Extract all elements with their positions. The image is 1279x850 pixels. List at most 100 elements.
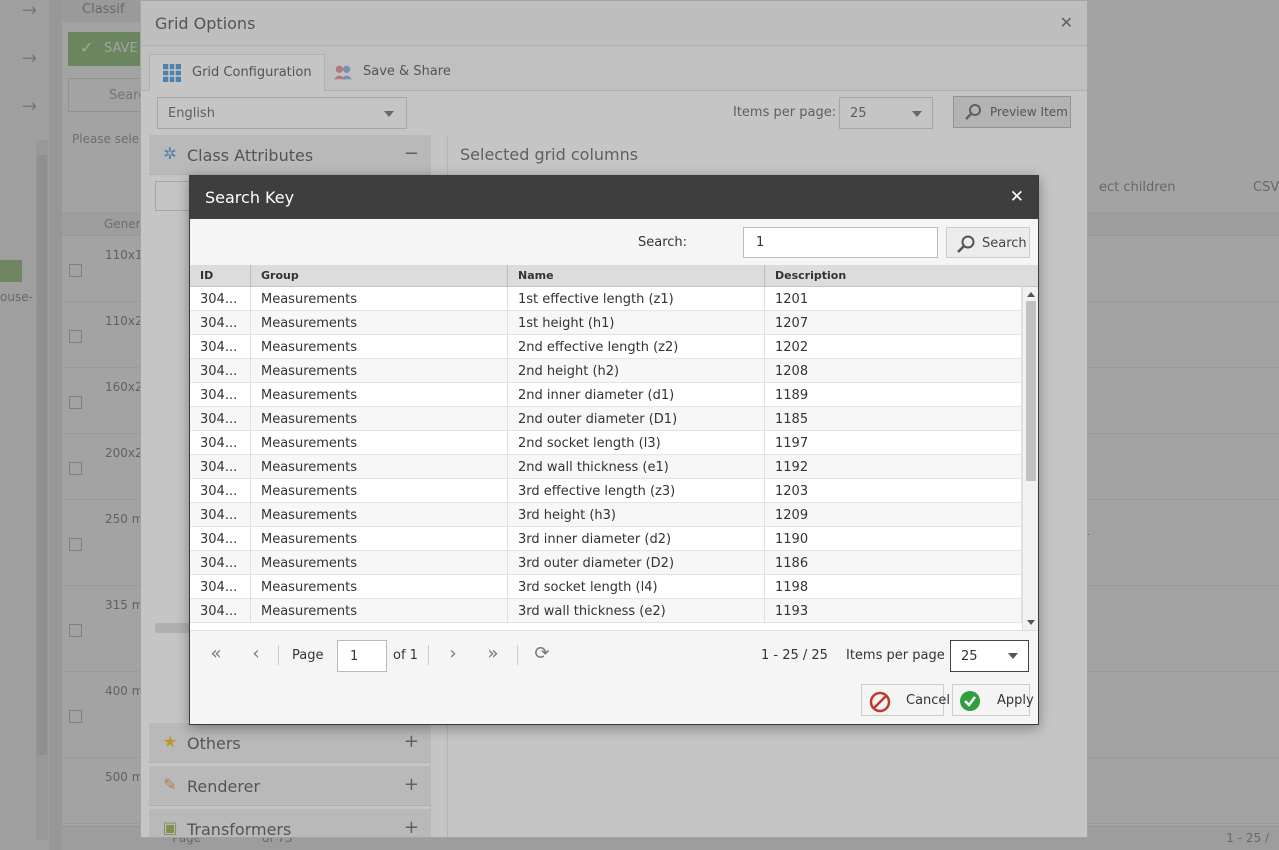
scroll-down-icon[interactable] (1027, 620, 1035, 625)
cell-group: Measurements (251, 599, 508, 623)
table-row[interactable]: 304... Measurements 2nd effective length (… (190, 335, 1022, 359)
cell-group: Measurements (251, 335, 508, 359)
cell-description: 1201 (765, 287, 1022, 311)
cell-description: 1197 (765, 431, 1022, 455)
apply-label: Apply (997, 693, 1034, 708)
cell-group: Measurements (251, 383, 508, 407)
column-header-group[interactable]: Group (251, 265, 508, 287)
checkmark-icon (960, 691, 980, 711)
pagination-toolbar: « ‹ Page of 1 › » ⟳ 1 - 25 / 25 Items pe… (190, 630, 1038, 680)
cell-group: Measurements (251, 575, 508, 599)
cell-name: 2nd socket length (l3) (508, 431, 765, 455)
table-row[interactable]: 304... Measurements 2nd socket length (l3)… (190, 431, 1022, 455)
cell-name: 3rd height (h3) (508, 503, 765, 527)
table-row[interactable]: 304... Measurements 2nd wall thickness (e1… (190, 455, 1022, 479)
cell-group: Measurements (251, 503, 508, 527)
table-row[interactable]: 304... Measurements 2nd height (h2) 1208 (190, 359, 1022, 383)
dialog-titlebar: Search Key ✕ (190, 176, 1038, 219)
cell-group: Measurements (251, 551, 508, 575)
cell-name: 2nd effective length (z2) (508, 335, 765, 359)
table-row[interactable]: 304... Measurements 3rd wall thickness (e2… (190, 599, 1022, 623)
page-label: Page (292, 648, 324, 663)
dialog-footer: Cancel Apply (190, 680, 1038, 724)
cell-name: 1st effective length (z1) (508, 287, 765, 311)
scroll-up-icon[interactable] (1027, 292, 1035, 297)
cell-group: Measurements (251, 527, 508, 551)
table-header: ID Group Name Description (190, 265, 1038, 287)
cell-id: 304... (190, 551, 251, 575)
page-number-input[interactable] (337, 640, 387, 672)
cell-description: 1186 (765, 551, 1022, 575)
first-page-icon[interactable]: « (204, 643, 228, 667)
search-toolbar: Search: Search (190, 219, 1038, 265)
previous-page-icon[interactable]: ‹ (244, 643, 268, 667)
cell-id: 304... (190, 503, 251, 527)
cell-id: 304... (190, 287, 251, 311)
search-key-dialog: Search Key ✕ Search: Search ID Group Nam… (189, 175, 1039, 725)
cell-name: 3rd wall thickness (e2) (508, 599, 765, 623)
search-button[interactable]: Search (946, 227, 1030, 258)
table-row[interactable]: 304... Measurements 3rd height (h3) 1209 (190, 503, 1022, 527)
table-scrollbar[interactable] (1022, 287, 1038, 630)
table-row[interactable]: 304... Measurements 2nd outer diameter (D1… (190, 407, 1022, 431)
page-count-label: of 1 (393, 648, 418, 663)
cell-description: 1198 (765, 575, 1022, 599)
cell-description: 1207 (765, 311, 1022, 335)
items-per-page-label: Items per page (846, 648, 945, 663)
column-header-id[interactable]: ID (190, 265, 251, 287)
column-header-name[interactable]: Name (508, 265, 765, 287)
cell-id: 304... (190, 383, 251, 407)
column-header-description[interactable]: Description (765, 265, 1038, 287)
items-per-page-select[interactable]: 25 (950, 640, 1029, 672)
cell-id: 304... (190, 575, 251, 599)
cell-id: 304... (190, 455, 251, 479)
cell-name: 2nd outer diameter (D1) (508, 407, 765, 431)
close-icon[interactable]: ✕ (1010, 187, 1024, 207)
table-row[interactable]: 304... Measurements 3rd outer diameter (D2… (190, 551, 1022, 575)
last-page-icon[interactable]: » (481, 643, 505, 667)
cell-name: 3rd socket length (l4) (508, 575, 765, 599)
cell-id: 304... (190, 407, 251, 431)
table-row[interactable]: 304... Measurements 2nd inner diameter (d1… (190, 383, 1022, 407)
refresh-icon[interactable]: ⟳ (530, 643, 554, 667)
cell-group: Measurements (251, 431, 508, 455)
cell-name: 2nd wall thickness (e1) (508, 455, 765, 479)
cell-description: 1208 (765, 359, 1022, 383)
cell-id: 304... (190, 431, 251, 455)
table-row[interactable]: 304... Measurements 3rd effective length (… (190, 479, 1022, 503)
cell-description: 1190 (765, 527, 1022, 551)
cell-group: Measurements (251, 407, 508, 431)
cell-description: 1192 (765, 455, 1022, 479)
apply-button[interactable]: Apply (952, 684, 1034, 716)
cancel-button[interactable]: Cancel (861, 684, 950, 716)
cell-group: Measurements (251, 359, 508, 383)
table-row[interactable]: 304... Measurements 1st height (h1) 1207 (190, 311, 1022, 335)
cell-group: Measurements (251, 311, 508, 335)
result-range: 1 - 25 / 25 (761, 648, 828, 663)
scroll-thumb[interactable] (1026, 301, 1036, 481)
cell-name: 3rd effective length (z3) (508, 479, 765, 503)
cell-id: 304... (190, 599, 251, 623)
cell-description: 1193 (765, 599, 1022, 623)
search-input[interactable] (743, 227, 938, 258)
table-row[interactable]: 304... Measurements 3rd inner diameter (d2… (190, 527, 1022, 551)
table-row[interactable]: 304... Measurements 1st effective length (… (190, 287, 1022, 311)
cell-description: 1202 (765, 335, 1022, 359)
table-row[interactable]: 304... Measurements 3rd socket length (l4)… (190, 575, 1022, 599)
cell-description: 1189 (765, 383, 1022, 407)
search-button-label: Search (982, 236, 1027, 251)
cell-description: 1209 (765, 503, 1022, 527)
cell-group: Measurements (251, 455, 508, 479)
search-label: Search: (638, 235, 688, 250)
cell-name: 2nd inner diameter (d1) (508, 383, 765, 407)
table-body: 304... Measurements 1st effective length (… (190, 287, 1022, 630)
cell-id: 304... (190, 359, 251, 383)
cell-group: Measurements (251, 479, 508, 503)
next-page-icon[interactable]: › (441, 643, 465, 667)
dialog-title: Search Key (205, 188, 295, 207)
cell-name: 1st height (h1) (508, 311, 765, 335)
cell-id: 304... (190, 527, 251, 551)
cell-group: Measurements (251, 287, 508, 311)
cell-description: 1185 (765, 407, 1022, 431)
cancel-label: Cancel (906, 693, 951, 708)
